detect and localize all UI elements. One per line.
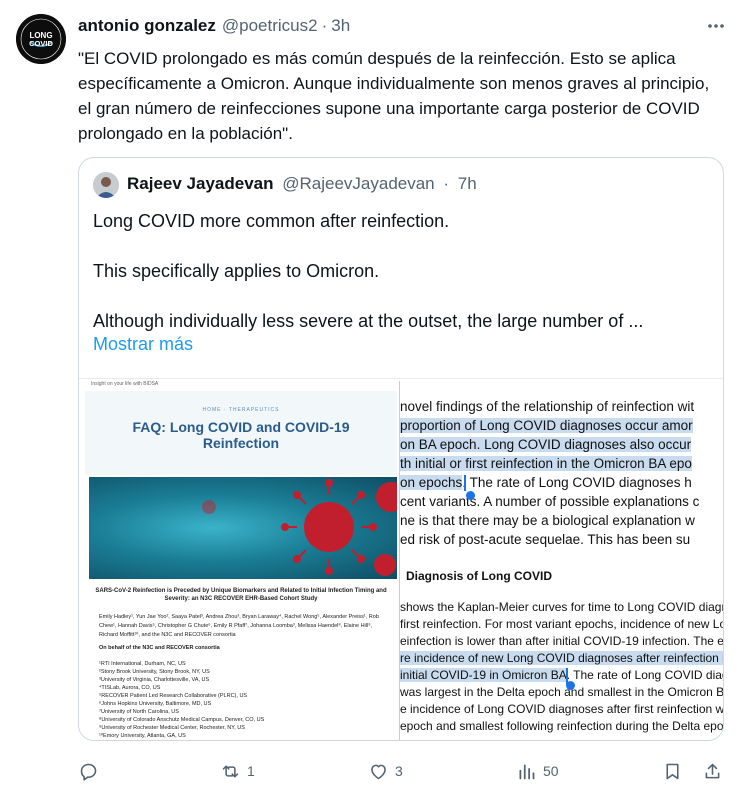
paper-consortium: On behalf of the N3C and RECOVER consort… — [99, 645, 220, 651]
share-icon — [705, 763, 720, 778]
long-covid-awareness-logo: LONG COVID — [16, 14, 66, 64]
avatar[interactable]: LONG COVID — [16, 14, 66, 64]
tweet-text: "El COVID prolongado es más común despué… — [78, 49, 710, 143]
affiliation: ¹RTI International, Durham, NC, US — [99, 661, 186, 667]
media-image-right[interactable]: novel findings of the relationship of re… — [399, 381, 724, 740]
doc-line: initial COVID-19 in Omicron BA. The rate… — [400, 668, 724, 682]
affiliation: ⁵RECOVER Patient Led Research Collaborat… — [99, 693, 248, 699]
doc-line: re incidence of new Long COVID diagnoses… — [400, 650, 723, 666]
retweet-button[interactable]: 1 — [220, 756, 255, 786]
separator: · — [321, 16, 328, 35]
breadcrumb: HOME · THERAPEUTICS — [202, 407, 280, 413]
affiliation: ⁶Johns Hopkins University, Baltimore, MD… — [99, 701, 212, 707]
doc-line: proportion of Long COVID diagnoses occur… — [400, 418, 693, 433]
author-handle[interactable]: @poetricus2 — [222, 16, 318, 36]
doc-line: on BA epoch. Long COVID diagnoses also o… — [400, 437, 692, 452]
tweet-header: antonio gonzalez @poetricus2 · 3h — [78, 14, 726, 38]
show-more-link[interactable]: Mostrar más — [93, 334, 193, 355]
virus-illustration — [89, 477, 397, 579]
affiliation: ⁹University of Rochester Medical Center,… — [99, 725, 245, 731]
separator: · — [443, 174, 450, 193]
bookmark-icon — [666, 763, 679, 779]
retweet-count: 1 — [247, 763, 255, 779]
doc-line: novel findings of the relationship of re… — [400, 399, 695, 414]
doc-line: ne is that there may be a biological exp… — [400, 513, 695, 528]
author-name[interactable]: antonio gonzalez — [78, 16, 216, 36]
affiliation: ⁷University of North Carolina, US — [99, 709, 179, 715]
doc-line: epoch and smallest following reinfection… — [400, 719, 724, 733]
retweet-icon — [222, 764, 239, 778]
affiliation: ¹⁰Emory University, Atlanta, GA, US — [99, 733, 186, 739]
quote-paragraph: Although individually less severe at the… — [93, 311, 644, 331]
heart-icon — [371, 764, 386, 779]
doc-line: on epochs. The rate of Long COVID diagno… — [400, 475, 692, 490]
reply-button[interactable] — [78, 756, 99, 786]
like-button[interactable]: 3 — [368, 756, 403, 786]
affiliation: ³University of Virginia, Charlottesville… — [99, 677, 210, 683]
doc-line: einfection is lower than after initial C… — [400, 634, 724, 648]
paper-authors: Emily Hadley¹, Yun Jae Yoo², Saaya Patel… — [99, 614, 379, 638]
share-button[interactable] — [702, 756, 723, 786]
faq-title: FAQ: Long COVID and COVID-19 Reinfection — [85, 419, 397, 451]
quote-header: Rajeev Jayadevan @RajeevJayadevan · 7h — [127, 174, 477, 194]
views-icon — [519, 764, 535, 779]
quote-author-handle[interactable]: @RajeevJayadevan — [282, 174, 434, 193]
selection-caret — [464, 475, 466, 491]
affiliation: ²Stony Brook University, Stony Brook, NY… — [99, 669, 210, 675]
quote-paragraph: This specifically applies to Omicron. — [93, 261, 380, 281]
person-photo-icon — [93, 172, 119, 198]
reply-icon — [80, 763, 97, 781]
selection-handle[interactable] — [466, 491, 475, 500]
more-button[interactable] — [704, 14, 728, 38]
faq-title-line: FAQ: Long COVID and COVID-19 — [132, 419, 350, 435]
faq-header-band: HOME · THERAPEUTICS FAQ: Long COVID and … — [85, 391, 397, 475]
doc-line: ed risk of post-acute sequelae. This has… — [400, 532, 691, 547]
doc-line: cent variants. A number of possible expl… — [400, 494, 700, 509]
more-horizontal-icon — [708, 24, 724, 28]
doc-line: first reinfection. For most variant epoc… — [400, 617, 724, 631]
svg-text:COVID: COVID — [29, 39, 53, 48]
doc-line: e incidence of Long COVID diagnoses afte… — [400, 702, 724, 716]
quote-paragraph: Long COVID more common after reinfection… — [93, 211, 450, 231]
views-count: 50 — [543, 763, 559, 779]
quoted-tweet[interactable]: Rajeev Jayadevan @RajeevJayadevan · 7h L… — [78, 157, 724, 741]
quote-media[interactable]: Insight on your life with BIDSA HOME · T… — [79, 378, 724, 740]
quote-author-name[interactable]: Rajeev Jayadevan — [127, 174, 274, 193]
doc-line: was largest in the Delta epoch and small… — [400, 685, 724, 699]
doc-line: th initial or first reinfection in the O… — [400, 456, 692, 471]
media-image-left[interactable]: Insight on your life with BIDSA HOME · T… — [85, 379, 397, 740]
selection-handle[interactable] — [566, 681, 575, 690]
site-banner: Insight on your life with BIDSA — [91, 381, 159, 387]
coronavirus-image — [202, 479, 397, 576]
views-button[interactable]: 50 — [516, 756, 559, 786]
quote-avatar[interactable] — [93, 172, 119, 198]
doc-heading: Diagnosis of Long COVID — [406, 569, 552, 583]
affiliation: ⁴TISLab, Aurora, CO, US — [99, 685, 161, 691]
timestamp[interactable]: 3h — [331, 16, 350, 36]
faq-title-line: Reinfection — [202, 435, 280, 451]
doc-line: shows the Kaplan-Meier curves for time t… — [400, 600, 724, 614]
paper-affiliations: ¹RTI International, Durham, NC, US ²Ston… — [99, 660, 389, 740]
action-bar: 1 3 50 — [78, 756, 726, 786]
like-count: 3 — [395, 763, 403, 779]
bookmark-button[interactable] — [662, 756, 683, 786]
quote-timestamp: 7h — [457, 174, 477, 193]
paper-title: SARS-CoV-2 Reinfection is Preceded by Un… — [95, 588, 387, 602]
affiliation: ⁸University of Colorado Anschutz Medical… — [99, 717, 265, 723]
